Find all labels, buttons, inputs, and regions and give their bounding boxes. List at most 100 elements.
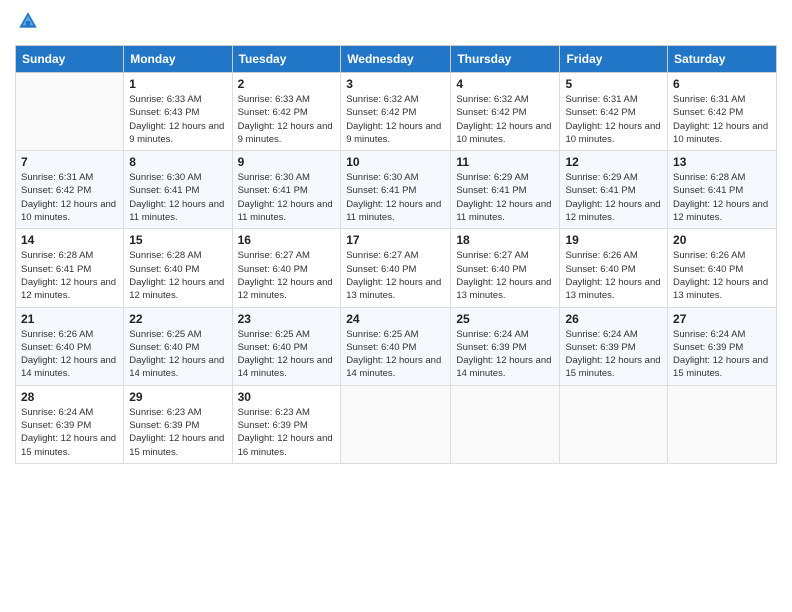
day-number: 3: [346, 77, 445, 91]
logo: [15, 10, 41, 37]
calendar-cell: 15 Sunrise: 6:28 AMSunset: 6:40 PMDayligh…: [124, 229, 232, 307]
weekday-header: Saturday: [668, 46, 777, 73]
day-info: Sunrise: 6:32 AMSunset: 6:42 PMDaylight:…: [456, 93, 554, 146]
day-info: Sunrise: 6:28 AMSunset: 6:40 PMDaylight:…: [129, 249, 226, 302]
day-number: 20: [673, 233, 771, 247]
day-info: Sunrise: 6:29 AMSunset: 6:41 PMDaylight:…: [565, 171, 662, 224]
calendar-cell: 18Sunrise: 6:27 AMSunset: 6:40 PMDayligh…: [451, 229, 560, 307]
calendar-cell: [451, 385, 560, 463]
calendar-cell: 10 Sunrise: 6:30 AMSunset: 6:41 PMDayligh…: [341, 151, 451, 229]
day-info: Sunrise: 6:30 AMSunset: 6:41 PMDaylight:…: [346, 171, 445, 224]
day-number: 10: [346, 155, 445, 169]
day-number: 13: [673, 155, 771, 169]
day-info: Sunrise: 6:24 AMSunset: 6:39 PMDaylight:…: [565, 328, 662, 381]
day-info: Sunrise: 6:27 AMSunset: 6:40 PMDaylight:…: [346, 249, 445, 302]
calendar-cell: 5Sunrise: 6:31 AMSunset: 6:42 PMDaylight…: [560, 73, 668, 151]
day-info: Sunrise: 6:31 AMSunset: 6:42 PMDaylight:…: [673, 93, 771, 146]
calendar-cell: 29 Sunrise: 6:23 AMSunset: 6:39 PMDayligh…: [124, 385, 232, 463]
day-number: 29: [129, 390, 226, 404]
day-info: Sunrise: 6:30 AMSunset: 6:41 PMDaylight:…: [129, 171, 226, 224]
calendar-week-row: 7 Sunrise: 6:31 AMSunset: 6:42 PMDaylight…: [16, 151, 777, 229]
day-number: 17: [346, 233, 445, 247]
day-number: 9: [238, 155, 336, 169]
weekday-header: Friday: [560, 46, 668, 73]
calendar-cell: 19 Sunrise: 6:26 AMSunset: 6:40 PMDayligh…: [560, 229, 668, 307]
calendar-cell: 21 Sunrise: 6:26 AMSunset: 6:40 PMDayligh…: [16, 307, 124, 385]
day-info: Sunrise: 6:23 AMSunset: 6:39 PMDaylight:…: [129, 406, 226, 459]
calendar-week-row: 1 Sunrise: 6:33 AMSunset: 6:43 PMDaylight…: [16, 73, 777, 151]
weekday-header: Wednesday: [341, 46, 451, 73]
day-number: 5: [565, 77, 662, 91]
day-number: 19: [565, 233, 662, 247]
calendar-cell: 28 Sunrise: 6:24 AMSunset: 6:39 PMDayligh…: [16, 385, 124, 463]
day-number: 23: [238, 312, 336, 326]
day-info: Sunrise: 6:28 AMSunset: 6:41 PMDaylight:…: [21, 249, 118, 302]
day-number: 7: [21, 155, 118, 169]
calendar-cell: [668, 385, 777, 463]
day-number: 26: [565, 312, 662, 326]
calendar-cell: 6 Sunrise: 6:31 AMSunset: 6:42 PMDaylight…: [668, 73, 777, 151]
weekday-header: Thursday: [451, 46, 560, 73]
day-number: 18: [456, 233, 554, 247]
calendar-cell: 2 Sunrise: 6:33 AMSunset: 6:42 PMDaylight…: [232, 73, 341, 151]
day-number: 21: [21, 312, 118, 326]
day-info: Sunrise: 6:26 AMSunset: 6:40 PMDaylight:…: [565, 249, 662, 302]
calendar: SundayMondayTuesdayWednesdayThursdayFrid…: [15, 45, 777, 464]
day-number: 25: [456, 312, 554, 326]
day-number: 15: [129, 233, 226, 247]
day-number: 22: [129, 312, 226, 326]
day-info: Sunrise: 6:25 AMSunset: 6:40 PMDaylight:…: [129, 328, 226, 381]
calendar-week-row: 21 Sunrise: 6:26 AMSunset: 6:40 PMDayligh…: [16, 307, 777, 385]
calendar-cell: 16 Sunrise: 6:27 AMSunset: 6:40 PMDayligh…: [232, 229, 341, 307]
day-info: Sunrise: 6:33 AMSunset: 6:42 PMDaylight:…: [238, 93, 336, 146]
calendar-cell: 3 Sunrise: 6:32 AMSunset: 6:42 PMDaylight…: [341, 73, 451, 151]
calendar-cell: 20 Sunrise: 6:26 AMSunset: 6:40 PMDayligh…: [668, 229, 777, 307]
calendar-cell: 24 Sunrise: 6:25 AMSunset: 6:40 PMDayligh…: [341, 307, 451, 385]
calendar-cell: 22 Sunrise: 6:25 AMSunset: 6:40 PMDayligh…: [124, 307, 232, 385]
day-info: Sunrise: 6:26 AMSunset: 6:40 PMDaylight:…: [21, 328, 118, 381]
day-info: Sunrise: 6:27 AMSunset: 6:40 PMDaylight:…: [238, 249, 336, 302]
day-info: Sunrise: 6:29 AMSunset: 6:41 PMDaylight:…: [456, 171, 554, 224]
day-number: 24: [346, 312, 445, 326]
calendar-cell: 7 Sunrise: 6:31 AMSunset: 6:42 PMDaylight…: [16, 151, 124, 229]
weekday-header: Sunday: [16, 46, 124, 73]
day-info: Sunrise: 6:33 AMSunset: 6:43 PMDaylight:…: [129, 93, 226, 146]
weekday-header: Tuesday: [232, 46, 341, 73]
header: [15, 10, 777, 37]
page: SundayMondayTuesdayWednesdayThursdayFrid…: [0, 0, 792, 612]
day-info: Sunrise: 6:30 AMSunset: 6:41 PMDaylight:…: [238, 171, 336, 224]
day-info: Sunrise: 6:25 AMSunset: 6:40 PMDaylight:…: [346, 328, 445, 381]
day-number: 27: [673, 312, 771, 326]
day-number: 30: [238, 390, 336, 404]
day-number: 14: [21, 233, 118, 247]
day-number: 1: [129, 77, 226, 91]
calendar-cell: 26 Sunrise: 6:24 AMSunset: 6:39 PMDayligh…: [560, 307, 668, 385]
day-number: 2: [238, 77, 336, 91]
day-info: Sunrise: 6:31 AMSunset: 6:42 PMDaylight:…: [21, 171, 118, 224]
calendar-week-row: 14 Sunrise: 6:28 AMSunset: 6:41 PMDayligh…: [16, 229, 777, 307]
calendar-cell: 11Sunrise: 6:29 AMSunset: 6:41 PMDayligh…: [451, 151, 560, 229]
calendar-cell: 25 Sunrise: 6:24 AMSunset: 6:39 PMDayligh…: [451, 307, 560, 385]
day-number: 6: [673, 77, 771, 91]
calendar-cell: 9 Sunrise: 6:30 AMSunset: 6:41 PMDaylight…: [232, 151, 341, 229]
day-info: Sunrise: 6:25 AMSunset: 6:40 PMDaylight:…: [238, 328, 336, 381]
day-info: Sunrise: 6:24 AMSunset: 6:39 PMDaylight:…: [21, 406, 118, 459]
calendar-cell: 4Sunrise: 6:32 AMSunset: 6:42 PMDaylight…: [451, 73, 560, 151]
calendar-cell: 23 Sunrise: 6:25 AMSunset: 6:40 PMDayligh…: [232, 307, 341, 385]
day-number: 12: [565, 155, 662, 169]
day-number: 16: [238, 233, 336, 247]
day-info: Sunrise: 6:23 AMSunset: 6:39 PMDaylight:…: [238, 406, 336, 459]
day-info: Sunrise: 6:26 AMSunset: 6:40 PMDaylight:…: [673, 249, 771, 302]
day-number: 28: [21, 390, 118, 404]
calendar-cell: 12 Sunrise: 6:29 AMSunset: 6:41 PMDayligh…: [560, 151, 668, 229]
calendar-cell: [16, 73, 124, 151]
day-info: Sunrise: 6:24 AMSunset: 6:39 PMDaylight:…: [456, 328, 554, 381]
calendar-cell: 1 Sunrise: 6:33 AMSunset: 6:43 PMDaylight…: [124, 73, 232, 151]
day-info: Sunrise: 6:24 AMSunset: 6:39 PMDaylight:…: [673, 328, 771, 381]
calendar-week-row: 28 Sunrise: 6:24 AMSunset: 6:39 PMDayligh…: [16, 385, 777, 463]
calendar-cell: 17 Sunrise: 6:27 AMSunset: 6:40 PMDayligh…: [341, 229, 451, 307]
calendar-cell: [560, 385, 668, 463]
day-info: Sunrise: 6:32 AMSunset: 6:42 PMDaylight:…: [346, 93, 445, 146]
calendar-cell: 27 Sunrise: 6:24 AMSunset: 6:39 PMDayligh…: [668, 307, 777, 385]
logo-icon: [17, 10, 39, 32]
